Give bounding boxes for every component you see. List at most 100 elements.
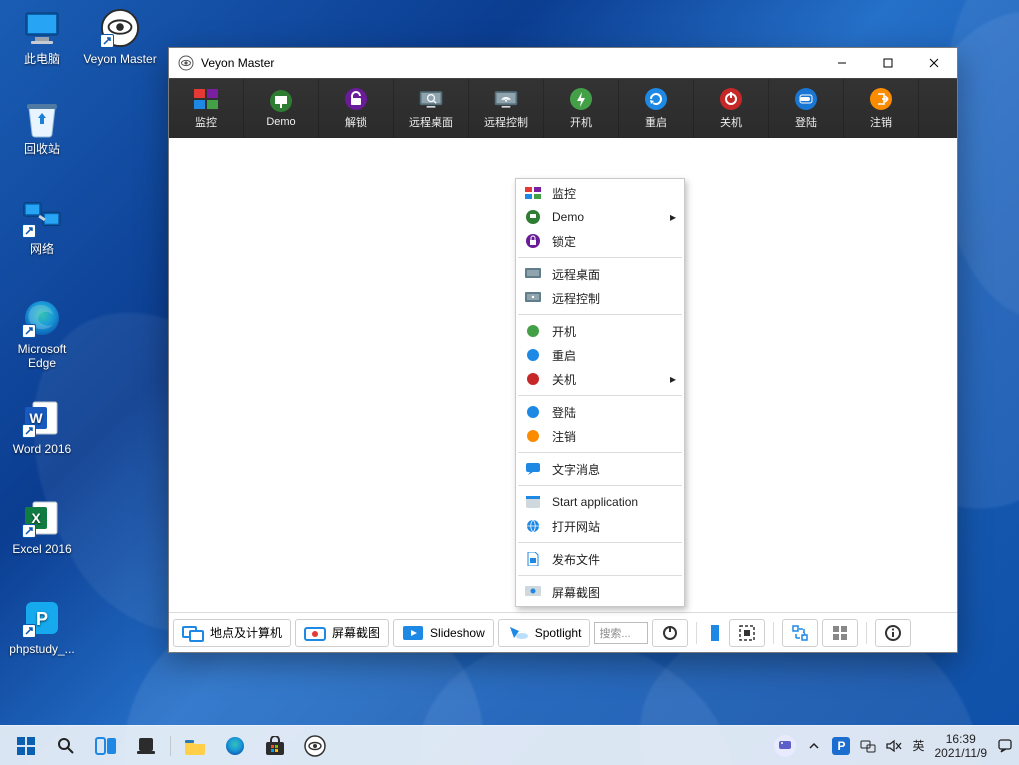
cm-separator bbox=[518, 395, 682, 396]
tray-overflow-icon[interactable] bbox=[806, 738, 822, 754]
toolbar-reboot[interactable]: 重启 bbox=[619, 79, 694, 138]
cm-login[interactable]: 登陆 bbox=[516, 400, 684, 424]
cm-start-application[interactable]: Start application bbox=[516, 490, 684, 514]
ime-indicator[interactable]: 英 bbox=[912, 737, 924, 754]
cm-label: 锁定 bbox=[552, 233, 676, 250]
cm-remote-desktop[interactable]: 远程桌面 bbox=[516, 262, 684, 286]
toolbar-label: 远程桌面 bbox=[409, 114, 453, 130]
taskbar: P 英 16:39 2021/11/9 bbox=[0, 725, 1019, 765]
taskbar-veyon[interactable] bbox=[295, 726, 335, 765]
toolbar-remote-desktop[interactable]: 远程桌面 bbox=[394, 79, 469, 138]
minimize-button[interactable] bbox=[819, 48, 865, 78]
network-status-icon[interactable] bbox=[860, 738, 876, 754]
toolbar-label: 重启 bbox=[645, 114, 667, 130]
veyon-master-window: Veyon Master 监控 Demo 解锁 bbox=[168, 47, 958, 653]
cm-label: 远程桌面 bbox=[552, 266, 676, 283]
cm-open-website[interactable]: 打开网站 bbox=[516, 514, 684, 538]
monitor-tiles-icon bbox=[193, 88, 219, 110]
taskbar-explorer[interactable] bbox=[175, 726, 215, 765]
toolbar-shutdown[interactable]: 关机 bbox=[694, 79, 769, 138]
tray-p-badge[interactable]: P bbox=[832, 737, 850, 755]
tray-chat-icon[interactable] bbox=[774, 735, 796, 757]
taskbar-desktops[interactable] bbox=[126, 726, 166, 765]
tab-locations[interactable]: 地点及计算机 bbox=[173, 619, 291, 647]
cm-separator bbox=[518, 257, 682, 258]
toolbar-logout[interactable]: 注销 bbox=[844, 79, 919, 138]
taskbar-edge[interactable] bbox=[215, 726, 255, 765]
cm-message[interactable]: 文字消息 bbox=[516, 457, 684, 481]
remote-desktop-icon bbox=[524, 266, 542, 282]
window-title: Veyon Master bbox=[201, 56, 274, 70]
close-button[interactable] bbox=[911, 48, 957, 78]
fit-all-button[interactable] bbox=[729, 619, 765, 647]
desktop-icon-pc[interactable]: 此电脑 bbox=[4, 8, 80, 66]
power-button[interactable] bbox=[652, 619, 688, 647]
desktop-icon-label: Word 2016 bbox=[4, 442, 80, 456]
login-icon bbox=[793, 88, 819, 110]
tab-slideshow[interactable]: Slideshow bbox=[393, 619, 494, 647]
toolbar-label: 解锁 bbox=[345, 114, 367, 130]
grid-view-button[interactable] bbox=[822, 619, 858, 647]
tab-screenshot[interactable]: 屏幕截图 bbox=[295, 619, 389, 647]
taskbar-search[interactable] bbox=[46, 726, 86, 765]
cm-shutdown[interactable]: 关机 ▸ bbox=[516, 367, 684, 391]
start-button[interactable] bbox=[6, 726, 46, 765]
toolbar-demo[interactable]: Demo bbox=[244, 79, 319, 138]
tab-spotlight[interactable]: Spotlight bbox=[498, 619, 591, 647]
cm-label: 注销 bbox=[552, 428, 676, 445]
toolbar-poweron[interactable]: 开机 bbox=[544, 79, 619, 138]
maximize-button[interactable] bbox=[865, 48, 911, 78]
bottom-toolbar: 地点及计算机 屏幕截图 Slideshow Spotlight 搜索... bbox=[169, 612, 957, 652]
taskbar-store[interactable] bbox=[255, 726, 295, 765]
auto-arrange-button[interactable] bbox=[782, 619, 818, 647]
separator bbox=[866, 622, 867, 644]
cm-publish-file[interactable]: 发布文件 bbox=[516, 547, 684, 571]
remote-control-icon bbox=[493, 88, 519, 110]
volume-mute-icon[interactable] bbox=[886, 738, 902, 754]
info-button[interactable] bbox=[875, 619, 911, 647]
notifications-icon[interactable] bbox=[997, 738, 1013, 754]
cm-separator bbox=[518, 542, 682, 543]
cm-remote-control[interactable]: 远程控制 bbox=[516, 286, 684, 310]
cm-poweron[interactable]: 开机 bbox=[516, 319, 684, 343]
toolbar-remote-control[interactable]: 远程控制 bbox=[469, 79, 544, 138]
cm-label: 重启 bbox=[552, 347, 676, 364]
application-icon bbox=[524, 494, 542, 510]
cm-monitor[interactable]: 监控 bbox=[516, 181, 684, 205]
excel-icon: X bbox=[22, 498, 62, 538]
cm-screenshot[interactable]: 屏幕截图 bbox=[516, 580, 684, 604]
reboot-icon bbox=[524, 347, 542, 363]
cm-label: Demo bbox=[552, 210, 662, 224]
presentation-icon bbox=[268, 90, 294, 112]
toolbar-label: Demo bbox=[266, 116, 295, 128]
cm-lock[interactable]: 锁定 bbox=[516, 229, 684, 253]
logout-icon bbox=[524, 428, 542, 444]
tab-label: Spotlight bbox=[535, 626, 582, 640]
submenu-arrow-icon: ▸ bbox=[670, 372, 676, 386]
shortcut-arrow-icon bbox=[22, 624, 36, 638]
toolbar-unlock[interactable]: 解锁 bbox=[319, 79, 394, 138]
phpstudy-icon: P bbox=[22, 598, 62, 638]
desktop-icon-recycle[interactable]: 回收站 bbox=[4, 98, 80, 156]
clock-time: 16:39 bbox=[946, 732, 976, 746]
desktop-icon-phpstudy[interactable]: P phpstudy_... bbox=[4, 598, 80, 656]
desktop-icon-veyon[interactable]: Veyon Master bbox=[82, 8, 158, 66]
toolbar-monitor[interactable]: 监控 bbox=[169, 79, 244, 138]
titlebar[interactable]: Veyon Master bbox=[169, 48, 957, 78]
shortcut-arrow-icon bbox=[22, 424, 36, 438]
desktop-icon-excel[interactable]: X Excel 2016 bbox=[4, 498, 80, 556]
thumb-size-small[interactable] bbox=[705, 619, 725, 647]
presentation-icon bbox=[524, 209, 542, 225]
desktop-icon-edge[interactable]: Microsoft Edge bbox=[4, 298, 80, 370]
task-view[interactable] bbox=[86, 726, 126, 765]
taskbar-clock[interactable]: 16:39 2021/11/9 bbox=[935, 732, 988, 760]
cm-logout[interactable]: 注销 bbox=[516, 424, 684, 448]
search-input[interactable]: 搜索... bbox=[594, 622, 648, 644]
cm-reboot[interactable]: 重启 bbox=[516, 343, 684, 367]
desktop-icon-word[interactable]: W Word 2016 bbox=[4, 398, 80, 456]
desktop-icon-network[interactable]: 网络 bbox=[4, 198, 80, 256]
client-area[interactable]: 监控 Demo ▸ 锁定 远程桌面 远程控制 bbox=[169, 138, 957, 612]
cm-demo[interactable]: Demo ▸ bbox=[516, 205, 684, 229]
toolbar-login[interactable]: 登陆 bbox=[769, 79, 844, 138]
tab-label: Slideshow bbox=[430, 626, 485, 640]
